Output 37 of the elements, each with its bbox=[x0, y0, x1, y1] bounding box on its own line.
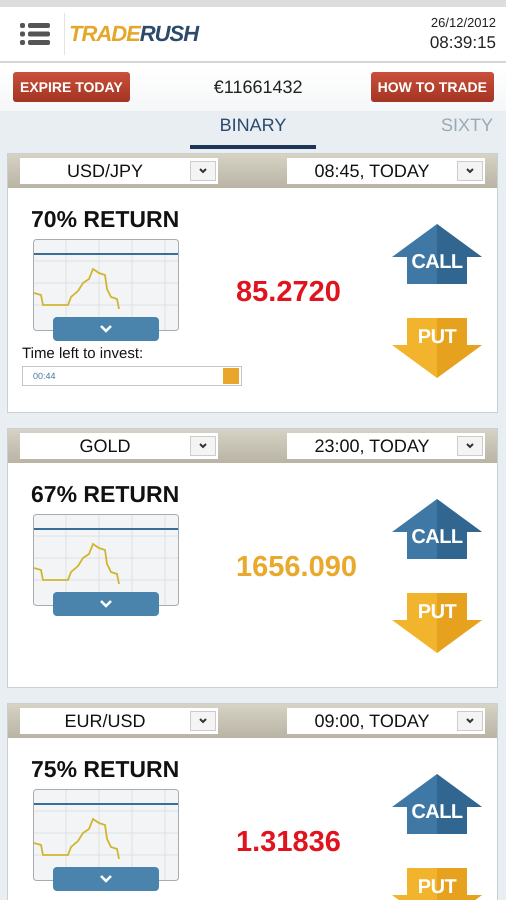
price: 1.31836 bbox=[236, 826, 341, 859]
chevron-down-icon bbox=[457, 436, 483, 456]
chevron-down-icon bbox=[457, 161, 483, 181]
chevron-down-icon bbox=[99, 875, 113, 883]
expiry-dropdown[interactable]: 08:45, TODAY bbox=[287, 158, 485, 184]
asset-dropdown[interactable]: USD/JPY bbox=[20, 158, 218, 184]
chevron-down-icon bbox=[190, 161, 216, 181]
balance: €11661432 bbox=[214, 76, 303, 98]
clock-time: 08:39:15 bbox=[430, 33, 496, 53]
how-to-trade-button[interactable]: HOW TO TRADE bbox=[370, 72, 494, 102]
expiry-dropdown[interactable]: 09:00, TODAY bbox=[287, 708, 485, 734]
timer-bar: 00:44 bbox=[22, 366, 242, 386]
chevron-down-icon bbox=[190, 436, 216, 456]
expand-button[interactable] bbox=[53, 592, 159, 616]
call-button[interactable]: CALL bbox=[391, 499, 483, 559]
chevron-down-icon bbox=[190, 711, 216, 731]
return-label: 75% RETURN bbox=[31, 756, 180, 783]
expand-button[interactable] bbox=[53, 317, 159, 341]
call-button[interactable]: CALL bbox=[391, 224, 483, 284]
expire-today-button[interactable]: EXPIRE TODAY bbox=[13, 72, 130, 102]
menu-icon[interactable] bbox=[20, 23, 50, 45]
chevron-down-icon bbox=[457, 711, 483, 731]
price: 85.2720 bbox=[236, 276, 341, 309]
expiry-dropdown[interactable]: 23:00, TODAY bbox=[287, 433, 485, 459]
date: 26/12/2012 bbox=[430, 15, 496, 30]
price: 1656.090 bbox=[236, 551, 357, 584]
return-label: 67% RETURN bbox=[31, 481, 180, 508]
chevron-down-icon bbox=[99, 325, 113, 333]
tab[interactable]: BINARY bbox=[190, 111, 316, 149]
chevron-down-icon bbox=[99, 600, 113, 608]
return-label: 70% RETURN bbox=[31, 206, 180, 233]
expand-button[interactable] bbox=[53, 867, 159, 891]
call-button[interactable]: CALL bbox=[391, 774, 483, 834]
asset-dropdown[interactable]: GOLD bbox=[20, 433, 218, 459]
logo: TRADERUSH bbox=[69, 21, 198, 47]
asset-dropdown[interactable]: EUR/USD bbox=[20, 708, 218, 734]
timer-label: Time left to invest: bbox=[22, 345, 144, 362]
